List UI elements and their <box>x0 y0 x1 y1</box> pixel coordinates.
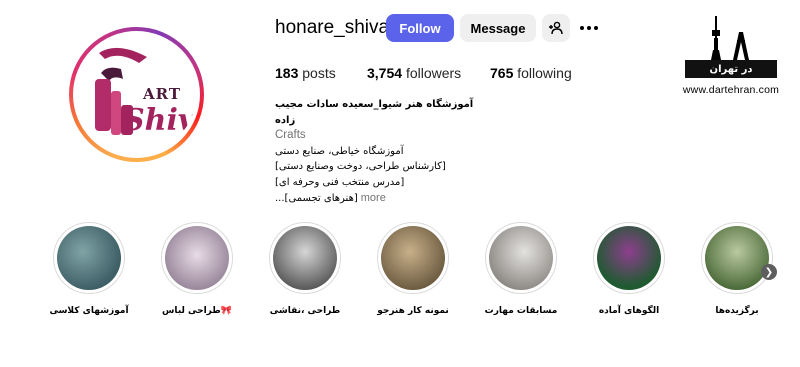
following-count: 765 <box>490 65 514 81</box>
highlight-cover <box>53 222 125 294</box>
highlight-label: آموزشهای کلاسی <box>49 306 129 316</box>
add-person-icon <box>549 21 563 35</box>
highlight-image <box>705 226 769 290</box>
bio-category: Crafts <box>275 129 306 142</box>
highlight-label: برگزیده‌ها <box>715 306 759 316</box>
highlight-image <box>597 226 661 290</box>
following-stat[interactable]: 765 following <box>490 65 572 81</box>
bio-line: [کارشناس طراحی، دوخت وصنایع دستی] <box>275 161 446 173</box>
highlight-cover <box>377 222 449 294</box>
message-button[interactable]: Message <box>460 14 536 42</box>
bio-line: آموزشگاه خیاطی، صنایع دستی <box>275 145 404 157</box>
bio-last-line: [هنرهای تجسمی]... more <box>275 191 475 207</box>
highlight-item[interactable]: طراحی لباس🎀 <box>147 222 247 316</box>
highlight-image <box>489 226 553 290</box>
highlight-image <box>273 226 337 290</box>
posts-label: posts <box>302 65 336 81</box>
watermark-url: www.dartehran.com <box>682 84 780 96</box>
chevron-right-icon: ❯ <box>764 266 774 278</box>
highlight-item[interactable]: نمونه کار هنرجو <box>363 222 463 316</box>
highlight-cover <box>593 222 665 294</box>
highlight-label: طراحی ،نقاشی <box>269 306 341 316</box>
highlight-image <box>57 226 121 290</box>
highlight-label: مسابقات مهارت <box>484 306 558 316</box>
watermark-band: در تهران <box>685 60 777 78</box>
milad-tower-icon <box>711 16 749 60</box>
highlight-label: نمونه کار هنرجو <box>377 306 449 316</box>
bio-line: [هنرهای تجسمی]... <box>275 192 358 204</box>
posts-stat: 183 posts <box>275 65 336 81</box>
highlight-item[interactable]: الگوهای آماده <box>579 222 679 316</box>
highlight-item[interactable]: مسابقات مهارت <box>471 222 571 316</box>
dartehran-watermark: در تهران www.dartehran.com <box>681 14 781 100</box>
more-dot <box>587 26 591 30</box>
bio-more-link[interactable]: more <box>361 191 386 207</box>
more-options-button[interactable] <box>578 18 600 38</box>
following-label: following <box>517 65 572 81</box>
highlight-cover <box>701 222 773 294</box>
highlight-item[interactable]: طراحی ،نقاشی <box>255 222 355 316</box>
highlights-next-button[interactable]: ❯ <box>761 264 777 280</box>
highlight-cover <box>269 222 341 294</box>
highlight-item[interactable]: آموزشهای کلاسی <box>39 222 139 316</box>
avatar-art-text: ART <box>143 85 182 103</box>
highlight-image <box>381 226 445 290</box>
profile-bio: آموزشگاه هنر شیوا_سعیده سادات مجیب زاده … <box>275 97 475 206</box>
followers-stat[interactable]: 3,754 followers <box>367 65 461 81</box>
profile-username: honare_shiva <box>275 17 390 38</box>
highlight-image <box>165 226 229 290</box>
bio-full-name: آموزشگاه هنر شیوا_سعیده سادات مجیب زاده <box>275 99 474 126</box>
highlight-cover <box>485 222 557 294</box>
highlight-label: الگوهای آماده <box>598 306 660 316</box>
followers-count: 3,754 <box>367 65 403 81</box>
avatar-inner: ART Shiva <box>73 31 200 158</box>
more-horizontal-icon <box>580 26 584 30</box>
suggest-accounts-button[interactable] <box>542 14 570 42</box>
highlight-label: طراحی لباس🎀 <box>162 306 232 316</box>
avatar-logo: ART Shiva <box>77 35 196 154</box>
follow-button[interactable]: Follow <box>386 14 454 42</box>
bio-line: [مدرس منتخب فنی وحرفه ای] <box>275 176 405 188</box>
posts-count: 183 <box>275 65 299 81</box>
followers-label: followers <box>405 65 462 81</box>
more-dot <box>594 26 598 30</box>
profile-avatar[interactable]: ART Shiva <box>69 27 204 162</box>
highlight-cover <box>161 222 233 294</box>
avatar-shiva-text: Shiva <box>123 103 196 138</box>
